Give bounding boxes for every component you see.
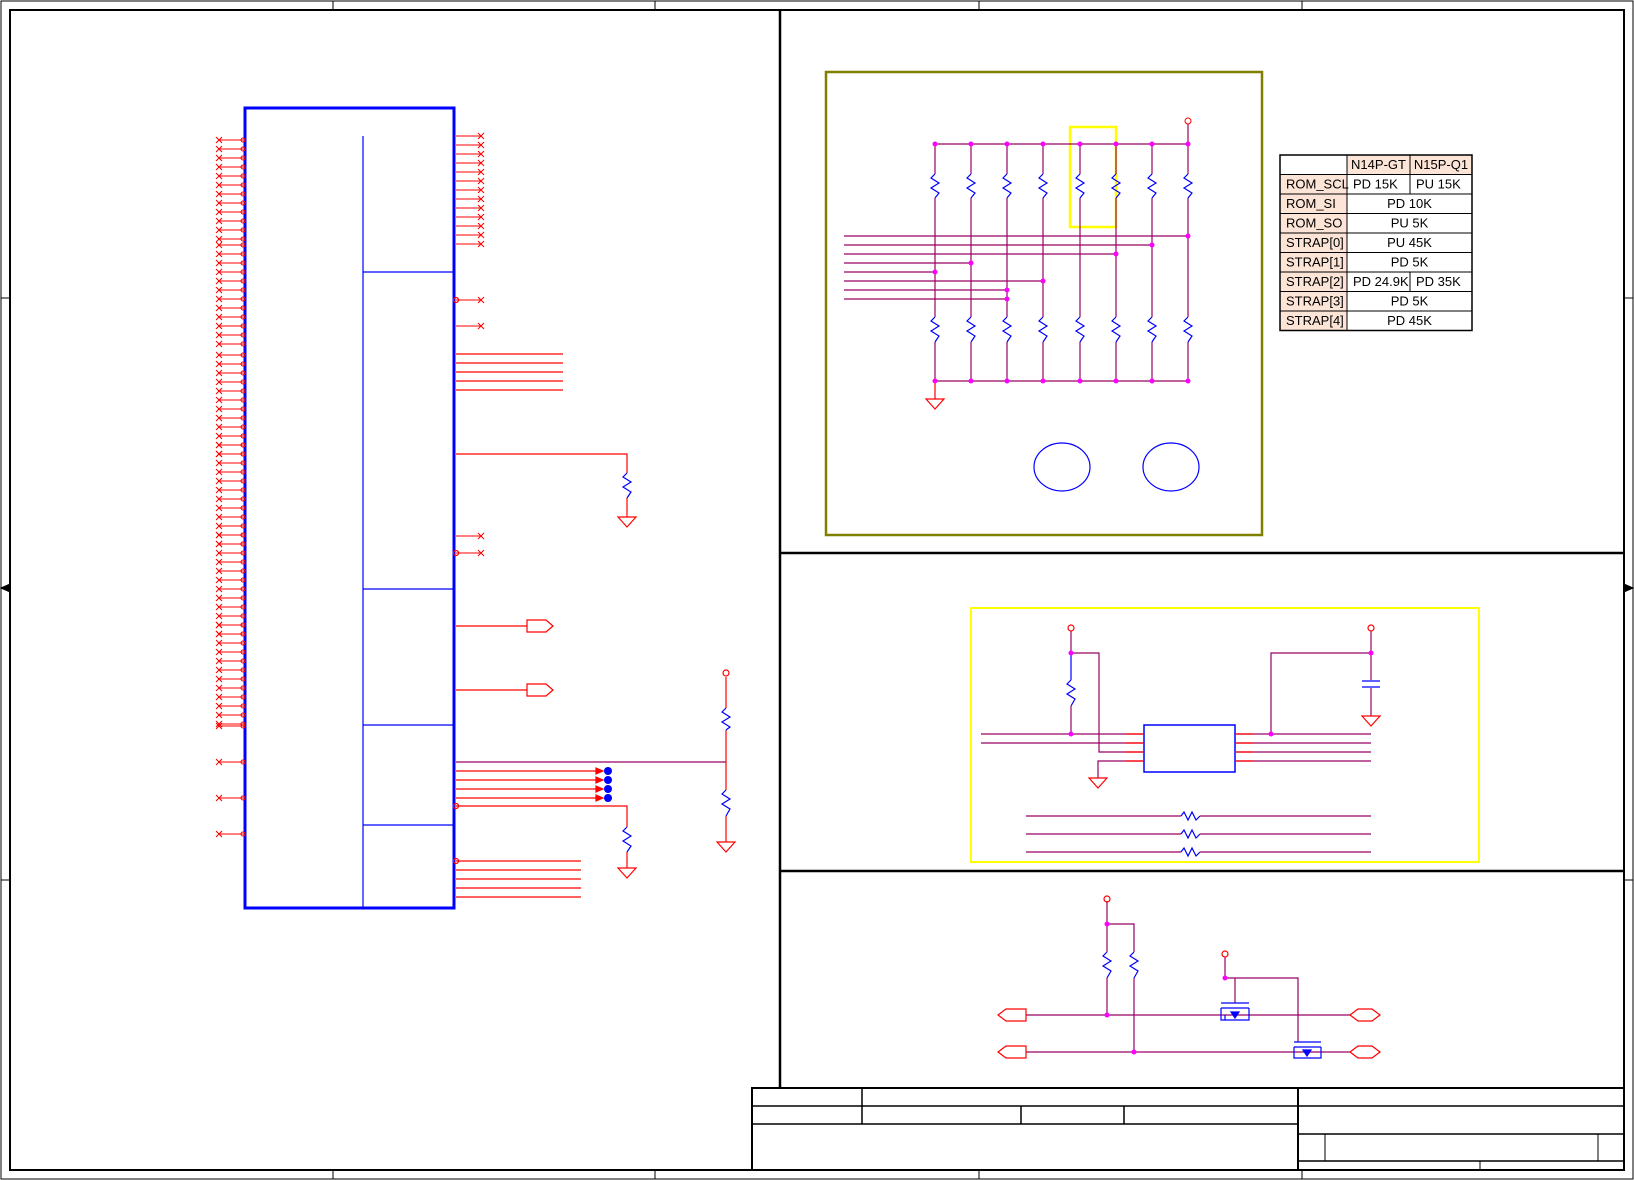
ground-icon — [1087, 777, 1109, 789]
resistor-icon — [965, 316, 977, 343]
resistor-icon — [965, 173, 977, 199]
ground-icon — [616, 516, 638, 528]
power-rail-icon — [722, 669, 730, 677]
table-value: PU 45K — [1387, 235, 1432, 250]
power-rail-icon — [1367, 624, 1375, 632]
gpu-right-symbols — [452, 296, 737, 879]
mounting-hole-icon — [1033, 442, 1091, 492]
schematic-sheet: N14P-GT N15P-Q1 ROM_SCL PD 15K PU 15K ROM_SI P… — [0, 0, 1634, 1180]
table-value: PD 10K — [1387, 196, 1432, 211]
ground-icon — [616, 867, 638, 879]
resistor-icon — [929, 173, 941, 199]
table-header-n14p: N14P-GT — [1351, 157, 1406, 172]
table-signal: ROM_SI — [1286, 196, 1336, 211]
table-value-n14p: PD 15K — [1353, 177, 1398, 192]
power-rail-icon — [1067, 624, 1075, 632]
port-left-icon — [997, 1045, 1027, 1059]
resistor-icon — [929, 316, 941, 343]
level-shifter-circuit — [997, 895, 1381, 1059]
resistor-icon — [1146, 173, 1158, 199]
rom-chip — [1143, 724, 1236, 773]
resistor-icon — [1001, 316, 1013, 343]
mosfet-icon — [1293, 1041, 1322, 1059]
resistor-icon — [720, 707, 732, 731]
resistor-icon — [1074, 316, 1086, 343]
resistor-icon — [1180, 846, 1201, 858]
gpu-symbol — [215, 106, 485, 910]
table-value: PD 45K — [1387, 313, 1432, 328]
ground-icon — [1360, 715, 1382, 727]
resistor-icon — [1101, 951, 1113, 979]
gpu-right-nets — [456, 353, 727, 898]
title-block — [751, 1087, 1625, 1171]
resistor-icon — [1182, 173, 1194, 199]
output-port-icon — [526, 683, 554, 697]
panel-dividers — [778, 10, 1624, 1088]
resistor-icon — [1001, 173, 1013, 199]
table-signal: STRAP[3] — [1286, 294, 1344, 309]
power-rail-icon — [1184, 117, 1192, 125]
table-signal: ROM_SCL — [1286, 177, 1349, 192]
mosfet-icon — [1220, 1002, 1250, 1021]
output-port-icon — [526, 619, 554, 633]
table-value-n15p: PU 15K — [1416, 177, 1461, 192]
port-right-icon — [1349, 1045, 1381, 1059]
table-signal: STRAP[0] — [1286, 235, 1344, 250]
resistor-icon — [1128, 951, 1140, 979]
resistor-icon — [1037, 173, 1049, 199]
port-left-icon — [997, 1008, 1027, 1022]
resistor-icon — [621, 472, 633, 499]
strap-table: N14P-GT N15P-Q1 ROM_SCL PD 15K PU 15K ROM_SI P… — [1279, 154, 1473, 332]
resistor-icon — [1180, 810, 1201, 822]
resistor-icon — [1146, 316, 1158, 343]
table-value: PD 5K — [1391, 255, 1429, 270]
resistor-icon — [1037, 316, 1049, 343]
resistor-icon — [1065, 679, 1077, 707]
table-value-n15p: PD 35K — [1416, 274, 1461, 289]
power-rail-icon — [1221, 950, 1229, 958]
table-signal: STRAP[1] — [1286, 255, 1344, 270]
resistor-icon — [720, 789, 732, 817]
resistor-icon — [1182, 316, 1194, 343]
rom-circuit — [970, 607, 1480, 863]
table-signal: STRAP[4] — [1286, 313, 1344, 328]
table-value: PU 5K — [1391, 216, 1429, 231]
resistor-icon — [1180, 828, 1201, 840]
ground-icon — [924, 398, 946, 410]
gpu-right-parts — [621, 472, 732, 853]
table-signal: ROM_SO — [1286, 216, 1342, 231]
strap-resistor-box — [824, 70, 1264, 537]
ground-icon — [715, 841, 737, 853]
table-header-n15p: N15P-Q1 — [1414, 157, 1468, 172]
table-value: PD 5K — [1391, 294, 1429, 309]
resistor-icon — [621, 826, 633, 853]
test-points — [604, 767, 612, 802]
table-value-n14p: PD 24.9K — [1353, 274, 1409, 289]
port-right-icon — [1349, 1008, 1381, 1022]
resistor-icon — [1110, 316, 1122, 343]
resistor-icon — [1074, 173, 1086, 199]
mounting-hole-icon — [1142, 442, 1200, 492]
highlight-box — [970, 607, 1480, 863]
table-signal: STRAP[2] — [1286, 274, 1344, 289]
